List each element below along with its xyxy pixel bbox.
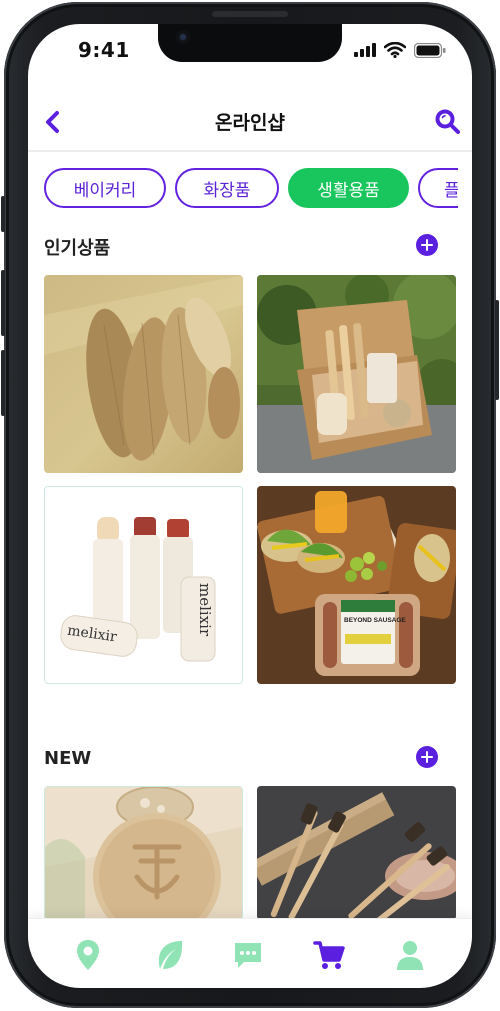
chip-label: 화장품	[203, 180, 251, 201]
product-image-lip-balm: melixir melixir	[45, 487, 242, 683]
status-time: 9:41	[78, 38, 130, 62]
product-image-loofah	[44, 275, 243, 473]
wifi-icon	[384, 42, 406, 58]
nav-item-chat[interactable]	[232, 938, 264, 972]
search-icon	[435, 109, 460, 134]
category-tabs: 베이커리 화장품 생활용품 플	[28, 166, 458, 210]
chevron-left-icon	[46, 111, 59, 133]
product-card-bamboo-kit[interactable]	[257, 275, 456, 473]
product-card-beyond-sausage[interactable]: BEYOND SAUSAGE	[257, 486, 456, 684]
category-chip-cosmetics[interactable]: 화장품	[175, 168, 279, 208]
product-card-loofah[interactable]	[44, 275, 243, 473]
product-card-toothbrushes[interactable]	[257, 786, 456, 920]
speaker	[212, 11, 288, 17]
section-title-new: NEW	[44, 748, 92, 769]
volume-up-button	[1, 270, 5, 336]
section-title-popular: 인기상품	[44, 238, 111, 259]
product-image-beyond-sausage: BEYOND SAUSAGE	[257, 486, 456, 684]
product-image-toothbrushes	[257, 786, 456, 918]
nav-item-map[interactable]	[72, 938, 104, 972]
battery-icon	[414, 42, 446, 58]
chip-label: 생활용품	[317, 180, 380, 201]
chip-label: 베이커리	[73, 180, 137, 201]
power-button	[495, 300, 499, 400]
nav-item-leaf[interactable]	[154, 938, 186, 972]
product-image-soap	[45, 787, 242, 919]
search-button[interactable]	[434, 108, 460, 134]
new-add-button[interactable]	[416, 746, 438, 768]
chip-label: 플	[444, 180, 458, 201]
category-chip-bakery[interactable]: 베이커리	[44, 168, 166, 208]
product-card-soap[interactable]	[44, 786, 243, 920]
beyond-sausage-label: BEYOND SAUSAGE	[344, 617, 406, 624]
leaf-icon	[158, 941, 183, 969]
cart-icon	[313, 941, 345, 969]
nav-item-cart[interactable]	[313, 938, 345, 972]
front-camera	[176, 30, 190, 44]
product-image-bamboo-kit	[257, 275, 456, 473]
product-card-lip-balm[interactable]: melixir melixir	[44, 486, 243, 684]
mute-switch	[1, 196, 5, 232]
popular-add-button[interactable]	[416, 234, 438, 256]
chat-icon	[235, 943, 261, 968]
category-chip-household[interactable]: 생활용품	[288, 168, 409, 208]
page-title: 온라인샵	[215, 112, 285, 134]
header-divider	[28, 150, 472, 152]
back-button[interactable]	[42, 110, 64, 134]
user-icon	[397, 941, 423, 970]
melixir-label-vertical: melixir	[196, 583, 214, 637]
category-chip-partial[interactable]: 플	[418, 168, 458, 208]
map-pin-icon	[77, 940, 99, 970]
volume-down-button	[1, 350, 5, 416]
nav-item-profile[interactable]	[394, 938, 426, 972]
signal-icon	[354, 43, 376, 57]
status-icons	[354, 42, 446, 58]
